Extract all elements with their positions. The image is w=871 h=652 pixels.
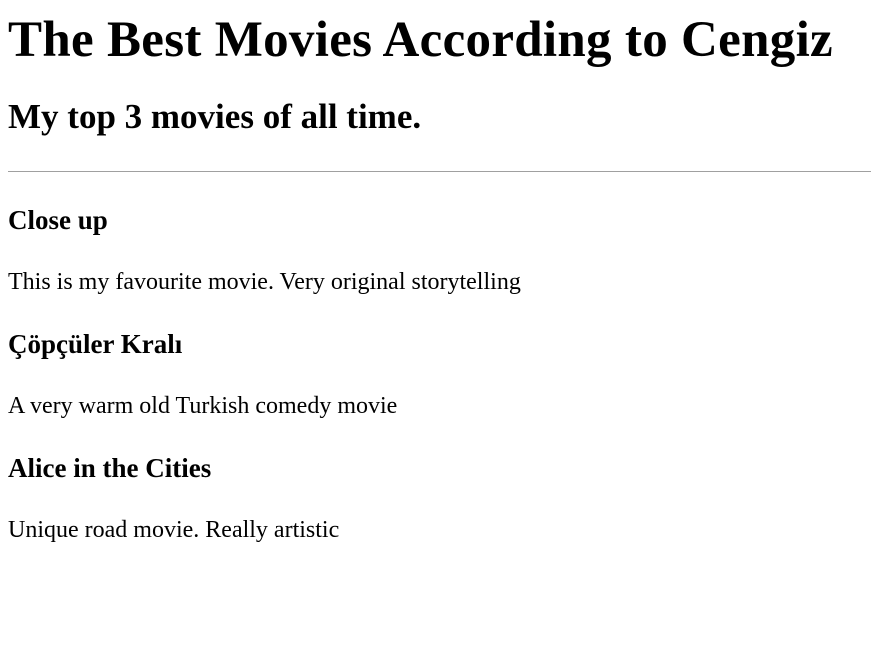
movie-description: This is my favourite movie. Very origina…	[8, 269, 521, 295]
movie-description: A very warm old Turkish comedy movie	[8, 393, 398, 419]
movie-title: Alice in the Cities	[8, 453, 212, 483]
movie-title: Close up	[8, 205, 108, 235]
page-title: The Best Movies According to Cengiz	[8, 12, 833, 68]
movie-entry-copculer-krali: Çöpçüler Kralı A very warm old Turkish c…	[8, 296, 863, 420]
movie-entry-close-up: Close up This is my favourite movie. Ver…	[8, 172, 863, 296]
movie-entry-alice-in-the-cities: Alice in the Cities Unique road movie. R…	[8, 420, 863, 544]
page-content: The Best Movies According to Cengiz My t…	[0, 0, 871, 544]
movie-title: Çöpçüler Kralı	[8, 329, 183, 359]
page-subtitle: My top 3 movies of all time.	[8, 97, 422, 136]
movie-description: Unique road movie. Really artistic	[8, 517, 340, 543]
